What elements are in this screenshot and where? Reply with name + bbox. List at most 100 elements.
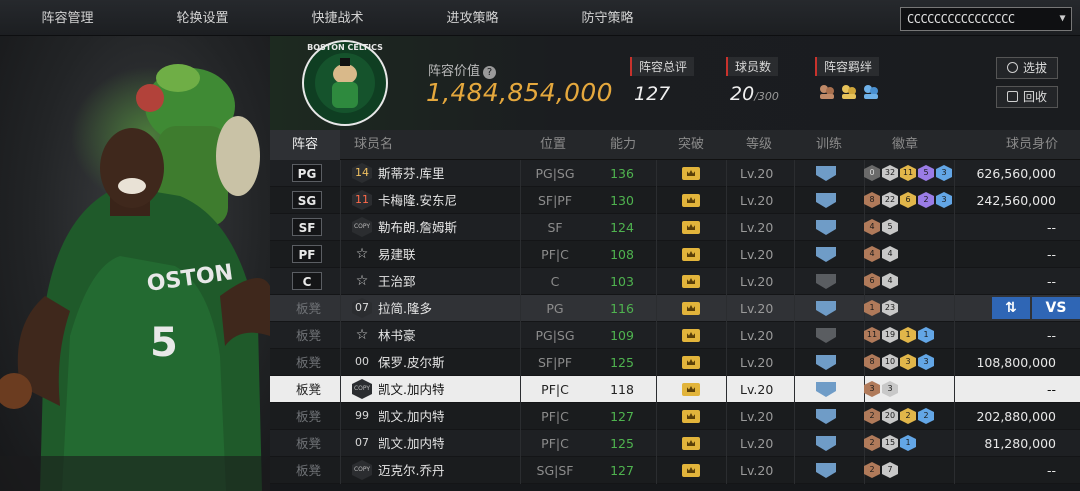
table-row[interactable]: 板凳 COPY 凯文.加内特 PF|C 118 Lv.20 3 3 -- bbox=[270, 376, 1080, 403]
table-row[interactable]: C ☆ 王治郅 C 103 Lv.20 6 4 -- bbox=[270, 268, 1080, 295]
badge-icon[interactable]: 3 bbox=[936, 192, 952, 208]
player-name[interactable]: 林书豪 bbox=[378, 322, 416, 349]
table-row[interactable]: SG 11 卡梅隆.安东尼 SF|PF 130 Lv.20 8 22 6 2 3 242,560,00… bbox=[270, 187, 1080, 214]
tab-offense-strategy[interactable]: 进攻策略 bbox=[405, 0, 540, 36]
breakthrough-crown-icon[interactable] bbox=[682, 383, 700, 396]
badge-icon[interactable]: 4 bbox=[882, 246, 898, 262]
training-shield-icon[interactable] bbox=[816, 463, 836, 478]
tab-quick-tactics[interactable]: 快捷战术 bbox=[270, 0, 405, 36]
table-row[interactable]: PG 14 斯蒂芬.库里 PG|SG 136 Lv.20 0 32 11 5 3 626,560,00… bbox=[270, 160, 1080, 187]
player-name[interactable]: 凯文.加内特 bbox=[378, 430, 444, 457]
col-lineup[interactable]: 阵容 bbox=[270, 130, 340, 160]
bond-bronze-icon[interactable] bbox=[818, 83, 836, 101]
training-shield-icon[interactable] bbox=[816, 301, 836, 316]
recycle-button[interactable]: 回收 bbox=[996, 86, 1058, 108]
player-name[interactable]: 易建联 bbox=[378, 241, 416, 268]
badge-icon[interactable]: 3 bbox=[918, 354, 934, 370]
badge-icon[interactable]: 2 bbox=[900, 408, 916, 424]
badge-icon[interactable]: 6 bbox=[864, 273, 880, 289]
badge-icon[interactable]: 2 bbox=[864, 435, 880, 451]
training-shield-icon[interactable] bbox=[816, 436, 836, 451]
training-shield-icon[interactable] bbox=[816, 166, 836, 181]
badge-icon[interactable]: 2 bbox=[918, 408, 934, 424]
account-dropdown[interactable]: CCCCCCCCCCCCCCCC ▼ bbox=[900, 7, 1072, 31]
training-shield-icon[interactable] bbox=[816, 355, 836, 370]
col-level[interactable]: 等级 bbox=[746, 130, 772, 160]
col-player-name[interactable]: 球员名 bbox=[354, 130, 393, 160]
badge-icon[interactable]: 3 bbox=[882, 381, 898, 397]
training-shield-icon[interactable] bbox=[816, 382, 836, 397]
badge-icon[interactable]: 0 bbox=[864, 165, 880, 181]
breakthrough-crown-icon[interactable] bbox=[682, 248, 700, 261]
breakthrough-crown-icon[interactable] bbox=[682, 356, 700, 369]
breakthrough-crown-icon[interactable] bbox=[682, 221, 700, 234]
col-badges[interactable]: 徽章 bbox=[892, 130, 918, 160]
breakthrough-crown-icon[interactable] bbox=[682, 410, 700, 423]
col-training[interactable]: 训练 bbox=[816, 130, 842, 160]
pick-button[interactable]: 选拔 bbox=[996, 57, 1058, 79]
breakthrough-crown-icon[interactable] bbox=[682, 194, 700, 207]
training-shield-icon[interactable] bbox=[816, 193, 836, 208]
badge-icon[interactable]: 8 bbox=[864, 354, 880, 370]
table-row[interactable]: 板凳 COPY 迈克尔.乔丹 SG|SF 127 Lv.20 2 7 -- bbox=[270, 457, 1080, 484]
badge-icon[interactable]: 22 bbox=[882, 192, 898, 208]
table-row[interactable]: 板凳 00 保罗.皮尔斯 SF|PF 125 Lv.20 8 10 3 3 108,800,000 bbox=[270, 349, 1080, 376]
player-name[interactable]: 王治郅 bbox=[378, 268, 416, 295]
badge-icon[interactable]: 2 bbox=[918, 192, 934, 208]
training-shield-icon[interactable] bbox=[816, 328, 836, 343]
player-name[interactable]: 勒布朗.詹姆斯 bbox=[378, 214, 457, 241]
tab-defense-strategy[interactable]: 防守策略 bbox=[540, 0, 675, 36]
tab-rotation-settings[interactable]: 轮换设置 bbox=[135, 0, 270, 36]
badge-icon[interactable]: 2 bbox=[864, 408, 880, 424]
player-name[interactable]: 卡梅隆.安东尼 bbox=[378, 187, 457, 214]
breakthrough-crown-icon[interactable] bbox=[682, 464, 700, 477]
badge-icon[interactable]: 32 bbox=[882, 165, 898, 181]
breakthrough-crown-icon[interactable] bbox=[682, 437, 700, 450]
badge-icon[interactable]: 4 bbox=[864, 219, 880, 235]
swap-button[interactable]: ⇅ bbox=[992, 297, 1030, 319]
badge-icon[interactable]: 20 bbox=[882, 408, 898, 424]
badge-icon[interactable]: 7 bbox=[882, 462, 898, 478]
badge-icon[interactable]: 1 bbox=[900, 435, 916, 451]
player-name[interactable]: 凯文.加内特 bbox=[378, 376, 444, 403]
bond-blue-icon[interactable] bbox=[862, 83, 880, 101]
badge-icon[interactable]: 15 bbox=[882, 435, 898, 451]
player-name[interactable]: 保罗.皮尔斯 bbox=[378, 349, 444, 376]
player-name[interactable]: 拉简.隆多 bbox=[378, 295, 432, 322]
badge-icon[interactable]: 19 bbox=[882, 327, 898, 343]
table-row[interactable]: SF COPY 勒布朗.詹姆斯 SF 124 Lv.20 4 5 -- bbox=[270, 214, 1080, 241]
tab-lineup-management[interactable]: 阵容管理 bbox=[0, 0, 135, 36]
badge-icon[interactable]: 3 bbox=[864, 381, 880, 397]
badge-icon[interactable]: 5 bbox=[882, 219, 898, 235]
breakthrough-crown-icon[interactable] bbox=[682, 329, 700, 342]
breakthrough-crown-icon[interactable] bbox=[682, 167, 700, 180]
table-row[interactable]: PF ☆ 易建联 PF|C 108 Lv.20 4 4 -- bbox=[270, 241, 1080, 268]
breakthrough-crown-icon[interactable] bbox=[682, 275, 700, 288]
badge-icon[interactable]: 3 bbox=[936, 165, 952, 181]
bond-gold-icon[interactable] bbox=[840, 83, 858, 101]
badge-icon[interactable]: 4 bbox=[882, 273, 898, 289]
col-ability[interactable]: 能力 bbox=[610, 130, 636, 160]
table-row[interactable]: 板凳 07 拉简.隆多 PG 116 Lv.20 1 23 ⇅ VS bbox=[270, 295, 1080, 322]
player-name[interactable]: 凯文.加内特 bbox=[378, 403, 444, 430]
training-shield-icon[interactable] bbox=[816, 409, 836, 424]
badge-icon[interactable]: 11 bbox=[864, 327, 880, 343]
badge-icon[interactable]: 2 bbox=[864, 462, 880, 478]
badge-icon[interactable]: 1 bbox=[900, 327, 916, 343]
table-row[interactable]: 板凳 ☆ 林书豪 PG|SG 109 Lv.20 11 19 1 1 -- bbox=[270, 322, 1080, 349]
training-shield-icon[interactable] bbox=[816, 247, 836, 262]
badge-icon[interactable]: 10 bbox=[882, 354, 898, 370]
col-breakthrough[interactable]: 突破 bbox=[678, 130, 704, 160]
training-shield-icon[interactable] bbox=[816, 220, 836, 235]
vs-compare-button[interactable]: VS bbox=[1032, 297, 1080, 319]
badge-icon[interactable]: 6 bbox=[900, 192, 916, 208]
badge-icon[interactable]: 3 bbox=[900, 354, 916, 370]
col-position[interactable]: 位置 bbox=[540, 130, 566, 160]
training-shield-icon[interactable] bbox=[816, 274, 836, 289]
breakthrough-crown-icon[interactable] bbox=[682, 302, 700, 315]
badge-icon[interactable]: 1 bbox=[864, 300, 880, 316]
player-name[interactable]: 迈克尔.乔丹 bbox=[378, 457, 444, 484]
col-player-worth[interactable]: 球员身价 bbox=[1006, 130, 1058, 160]
badge-icon[interactable]: 1 bbox=[918, 327, 934, 343]
table-row[interactable]: 板凳 99 凯文.加内特 PF|C 127 Lv.20 2 20 2 2 202,880,000 bbox=[270, 403, 1080, 430]
